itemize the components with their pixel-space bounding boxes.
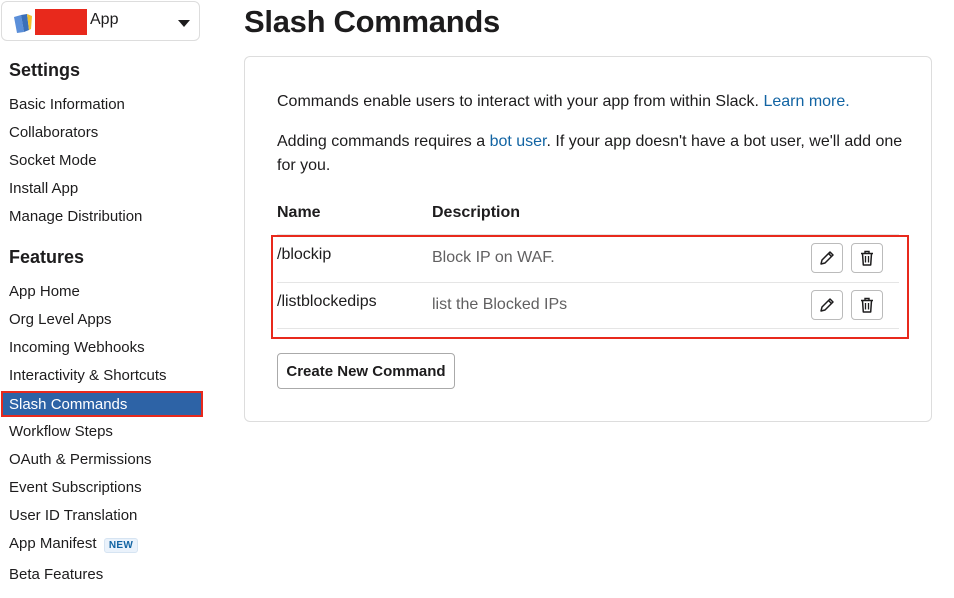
name-column-header: Name (277, 204, 321, 221)
sidebar-item-user-id-translation[interactable]: User ID Translation (9, 507, 137, 524)
sidebar-item-manage-distribution[interactable]: Manage Distribution (9, 208, 142, 225)
commands-highlight-box (271, 235, 909, 339)
intro-text: Commands enable users to interact with y… (277, 93, 759, 110)
sidebar-item-collaborators[interactable]: Collaborators (9, 124, 98, 141)
sidebar-item-socket-mode[interactable]: Socket Mode (9, 152, 97, 169)
sidebar-item-install-app[interactable]: Install App (9, 180, 78, 197)
redacted-app-name (35, 9, 87, 35)
create-new-command-button[interactable]: Create New Command (277, 353, 455, 389)
learn-more-link[interactable]: Learn more. (763, 93, 849, 110)
description-column-header: Description (432, 204, 521, 221)
sidebar-item-slash-commands[interactable]: Slash Commands (1, 391, 203, 417)
chevron-down-icon[interactable] (178, 20, 190, 27)
bot-text: Adding commands requires a (277, 133, 486, 150)
app-switcher[interactable]: App (1, 1, 200, 41)
bot-user-link[interactable]: bot user (490, 133, 547, 150)
sidebar: App Settings Basic Information Collabora… (0, 0, 210, 598)
sidebar-item-basic-information[interactable]: Basic Information (9, 96, 125, 113)
sidebar-item-beta-features[interactable]: Beta Features (9, 566, 103, 583)
sidebar-item-interactivity-shortcuts[interactable]: Interactivity & Shortcuts (9, 367, 167, 384)
sidebar-item-incoming-webhooks[interactable]: Incoming Webhooks (9, 339, 145, 356)
sidebar-item-app-home[interactable]: App Home (9, 283, 80, 300)
bot-text-cont: . If your app doesn't have a bot user, w… (546, 133, 903, 150)
app-name: App (90, 11, 119, 28)
sidebar-item-event-subscriptions[interactable]: Event Subscriptions (9, 479, 142, 496)
settings-section-title: Settings (9, 60, 81, 80)
intro-paragraph: Commands enable users to interact with y… (277, 90, 850, 114)
sidebar-item-app-manifest[interactable]: App Manifest (9, 535, 97, 552)
features-section-title: Features (9, 247, 85, 267)
sidebar-item-oauth-permissions[interactable]: OAuth & Permissions (9, 451, 152, 468)
sidebar-item-org-level-apps[interactable]: Org Level Apps (9, 311, 112, 328)
bot-user-paragraph: Adding commands requires a bot user. If … (277, 130, 902, 154)
bot-user-paragraph-line2: for you. (277, 157, 331, 174)
new-badge: NEW (104, 538, 138, 553)
sidebar-item-label: Slash Commands (9, 396, 128, 413)
page-title: Slash Commands (244, 4, 500, 39)
sidebar-item-workflow-steps[interactable]: Workflow Steps (9, 423, 113, 440)
app-book-icon (14, 14, 32, 33)
